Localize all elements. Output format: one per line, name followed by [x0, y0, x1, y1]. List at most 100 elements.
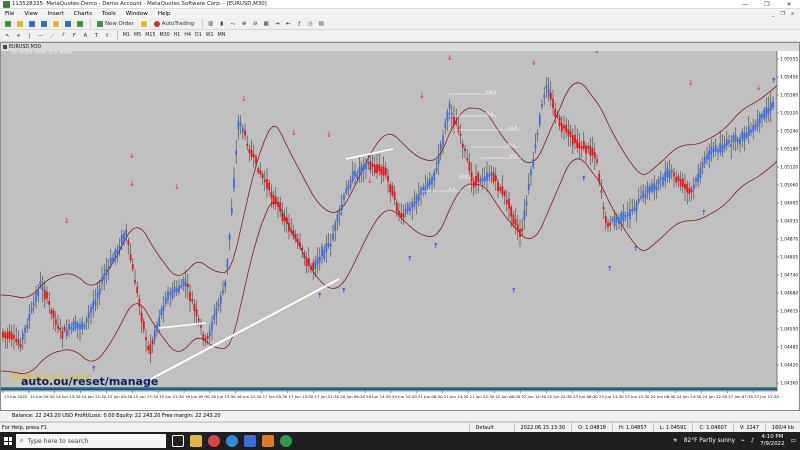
- menu-help[interactable]: Help: [153, 11, 176, 17]
- menu-file[interactable]: File: [0, 11, 19, 17]
- bull-candle: [340, 203, 343, 211]
- fibonacci-icon[interactable]: F: [70, 31, 79, 40]
- timeframe-w1[interactable]: W1: [204, 31, 216, 40]
- navigator-icon[interactable]: [51, 19, 61, 28]
- menu-view[interactable]: View: [19, 11, 42, 17]
- periods-icon[interactable]: ◷: [306, 19, 315, 28]
- metatrader-taskbar-icon[interactable]: [280, 435, 292, 447]
- text-label-icon[interactable]: T: [92, 31, 101, 40]
- candlestick-icon[interactable]: ▮: [217, 19, 226, 28]
- bear-candle: [389, 184, 392, 193]
- tile-windows-icon[interactable]: ▦: [262, 19, 271, 28]
- auto-scroll-icon[interactable]: ⇥: [273, 19, 282, 28]
- bull-candle: [90, 306, 92, 314]
- weather-text[interactable]: 82°F Partly sunny: [684, 438, 735, 444]
- data-window-icon[interactable]: [39, 19, 49, 28]
- line-chart-icon[interactable]: 〜: [228, 19, 237, 28]
- timeframe-m5[interactable]: M5: [132, 31, 143, 40]
- timeframe-h1[interactable]: H1: [172, 31, 183, 40]
- terminal-icon[interactable]: [63, 19, 73, 28]
- bear-candle: [274, 196, 277, 205]
- bull-candle: [347, 185, 350, 190]
- taskbar-search-box[interactable]: ⌕ Type here to search: [16, 434, 166, 448]
- maximize-button[interactable]: ❐: [756, 0, 778, 9]
- bull-candle: [745, 132, 748, 138]
- profile-name[interactable]: Default: [468, 422, 514, 433]
- notifications-icon[interactable]: ▭: [791, 438, 796, 444]
- new-order-button[interactable]: New Order: [94, 19, 137, 28]
- timeframe-d1[interactable]: D1: [193, 31, 204, 40]
- weather-icon[interactable]: ☀: [673, 438, 678, 444]
- trendline-icon[interactable]: ／: [47, 31, 56, 40]
- bull-candle: [618, 217, 620, 225]
- metaeditor-icon[interactable]: [139, 19, 149, 28]
- crosshair-icon[interactable]: +: [14, 31, 23, 40]
- bull-candle: [409, 207, 411, 212]
- strategy-tester-icon[interactable]: [75, 19, 85, 28]
- bear-candle: [596, 159, 598, 163]
- bull-candle: [640, 196, 642, 199]
- arrows-icon[interactable]: ⇧: [103, 31, 112, 40]
- text-icon[interactable]: A: [81, 31, 90, 40]
- mdi-close-button[interactable]: x: [791, 11, 794, 17]
- menu-tools[interactable]: Tools: [97, 11, 121, 17]
- sell-arrow-icon: ↓: [756, 84, 762, 92]
- horizontal-line-icon[interactable]: —: [36, 31, 45, 40]
- vertical-line-icon[interactable]: |: [25, 31, 34, 40]
- chrome-icon[interactable]: [208, 435, 220, 447]
- edge-icon[interactable]: [226, 435, 238, 447]
- bull-candle: [323, 249, 326, 260]
- metatrader-window: 113528335: MetaQuotes-Demo - Demo Accoun…: [0, 0, 800, 450]
- zoom-out-icon[interactable]: ⊖: [251, 19, 260, 28]
- bull-candle: [648, 185, 651, 192]
- bear-candle: [585, 145, 587, 154]
- clock[interactable]: 4:10 PM 7/9/2022: [760, 434, 784, 448]
- price-label: 1.05060: [780, 183, 798, 189]
- close-button[interactable]: ✕: [778, 0, 800, 9]
- bear-candle: [292, 230, 295, 237]
- start-button[interactable]: [0, 432, 16, 450]
- store-icon[interactable]: [244, 435, 256, 447]
- bear-candle: [501, 186, 504, 195]
- cursor-icon[interactable]: ↖: [3, 31, 12, 40]
- timeframe-m30[interactable]: M30: [157, 31, 171, 40]
- time-label: 15 Jun 13:30: [133, 394, 158, 399]
- bull-candle: [763, 109, 766, 120]
- profiles-icon[interactable]: [15, 19, 25, 28]
- volume-icon[interactable]: ♪: [751, 438, 755, 444]
- menu-charts[interactable]: Charts: [69, 11, 97, 17]
- bear-candle: [582, 140, 585, 149]
- network-icon[interactable]: ⌁: [741, 438, 745, 444]
- app-icon-orange[interactable]: [262, 435, 274, 447]
- mdi-minimize-button[interactable]: _: [772, 11, 775, 17]
- bear-candle: [279, 201, 282, 212]
- market-watch-icon[interactable]: [27, 19, 37, 28]
- time-label: 24 Jun 14:30: [677, 394, 702, 399]
- menu-insert[interactable]: Insert: [43, 11, 69, 17]
- bull-candle: [435, 167, 438, 172]
- bear-candle: [574, 134, 576, 144]
- timeframe-m1[interactable]: M1: [121, 31, 132, 40]
- templates-icon[interactable]: ▤: [317, 19, 326, 28]
- new-chart-icon[interactable]: [3, 19, 13, 28]
- bear-candle: [131, 264, 134, 270]
- price-chart[interactable]: 100.0 78.6 61.8 50.0 38.2 23.6 0.0 ↓ ↓ ↓ ↓ ↓ ↓ ↓ ↓ ↓ ↓ ↓ ↓…: [1, 43, 799, 410]
- chart-window[interactable]: EURUSD,M30 No more news this week 100.0 7…: [0, 42, 800, 411]
- task-view-icon[interactable]: [172, 435, 184, 447]
- zoom-in-icon[interactable]: ⊕: [240, 19, 249, 28]
- minimize-button[interactable]: —: [734, 0, 756, 9]
- chart-shift-icon[interactable]: ⇤: [284, 19, 293, 28]
- equidistant-channel-icon[interactable]: ⫽: [59, 31, 68, 40]
- timeframe-mn[interactable]: MN: [216, 31, 228, 40]
- time-label: 23 Jun 22:30: [625, 394, 650, 399]
- timeframe-m15[interactable]: M15: [143, 31, 157, 40]
- fib-level-label: 50.0: [507, 142, 516, 147]
- timeframe-h4[interactable]: H4: [182, 31, 193, 40]
- bull-candle: [708, 150, 711, 161]
- indicators-icon[interactable]: ƒ: [295, 19, 304, 28]
- mdi-restore-button[interactable]: ❐: [781, 11, 785, 17]
- menu-window[interactable]: Window: [121, 11, 153, 17]
- autotrading-button[interactable]: AutoTrading: [151, 19, 197, 28]
- bar-chart-icon[interactable]: ▥: [206, 19, 215, 28]
- file-explorer-icon[interactable]: [190, 435, 202, 447]
